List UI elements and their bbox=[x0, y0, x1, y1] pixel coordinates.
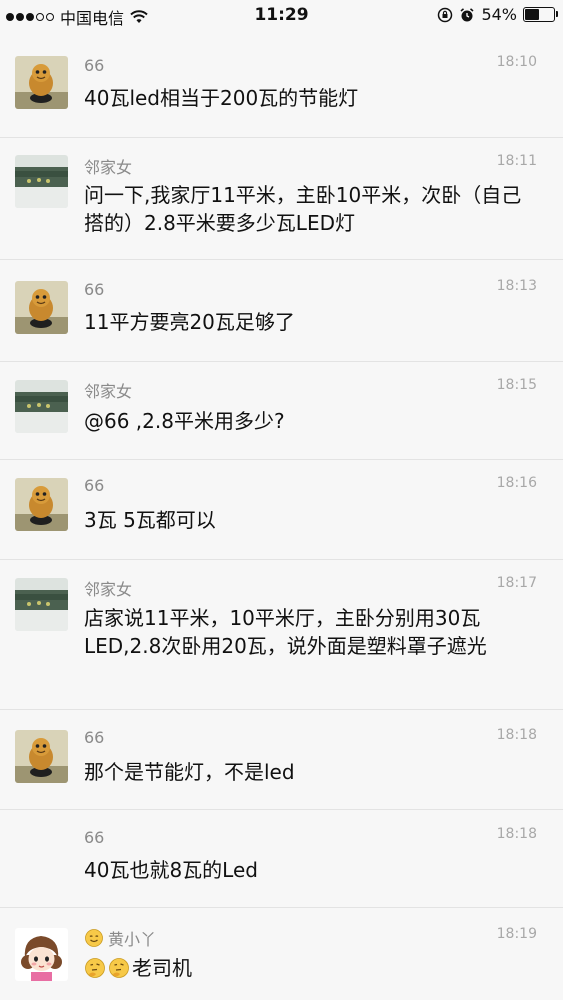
message-time: 18:18 bbox=[496, 826, 537, 842]
message-time: 18:19 bbox=[496, 926, 537, 942]
cartoon-girl-avatar[interactable] bbox=[15, 928, 68, 981]
sender-name: 邻家女 bbox=[84, 158, 133, 177]
status-right: 54% bbox=[437, 5, 558, 24]
smile-emoji-icon bbox=[85, 929, 103, 947]
doll-avatar[interactable] bbox=[15, 478, 68, 531]
sender-name: 66 bbox=[84, 728, 105, 747]
message-time: 18:17 bbox=[496, 575, 537, 591]
sender-name: 66 bbox=[84, 828, 105, 847]
battery-fill bbox=[525, 9, 539, 20]
message-time: 18:13 bbox=[496, 278, 537, 294]
landscape-avatar[interactable] bbox=[15, 578, 68, 631]
message-time: 18:15 bbox=[496, 377, 537, 393]
message-text: 问一下,我家厅11平米，主卧10平米，次卧（自己搭的）2.8平米要多少瓦LED灯 bbox=[84, 183, 522, 235]
message-text: 40瓦也就8瓦的Led bbox=[84, 858, 258, 882]
doll-avatar[interactable] bbox=[15, 281, 68, 334]
sender-name: 邻家女 bbox=[84, 382, 133, 401]
message-text: 11平方要亮20瓦足够了 bbox=[84, 310, 295, 334]
message-time: 18:16 bbox=[496, 475, 537, 491]
message-item[interactable]: 66 18:13 11平方要亮20瓦足够了 bbox=[0, 260, 563, 362]
message-item[interactable]: 66 18:18 40瓦也就8瓦的Led bbox=[0, 810, 563, 908]
sender-name-row: 黄小丫 bbox=[84, 926, 156, 950]
landscape-avatar[interactable] bbox=[15, 155, 68, 208]
message-text: 老司机 bbox=[132, 956, 192, 980]
message-item[interactable]: 邻家女 18:11 问一下,我家厅11平米，主卧10平米，次卧（自己搭的）2.8… bbox=[0, 138, 563, 260]
doll-avatar[interactable] bbox=[15, 56, 68, 109]
message-text: 店家说11平米，10平米厅，主卧分别用30瓦LED,2.8次卧用20瓦，说外面是… bbox=[84, 606, 487, 658]
message-text: 40瓦led相当于200瓦的节能灯 bbox=[84, 86, 359, 110]
message-item[interactable]: 黄小丫 18:19 老司机 bbox=[0, 908, 563, 1000]
message-item[interactable]: 66 18:10 40瓦led相当于200瓦的节能灯 bbox=[0, 38, 563, 138]
message-text: @66 ,2.8平米用多少? bbox=[84, 409, 285, 433]
message-time: 18:18 bbox=[496, 727, 537, 743]
thinking-emoji-icon bbox=[109, 958, 129, 978]
battery-icon bbox=[523, 7, 558, 22]
message-text-row: 老司机 bbox=[84, 954, 529, 982]
message-item[interactable]: 66 18:18 那个是节能灯，不是led bbox=[0, 710, 563, 810]
alarm-icon bbox=[460, 7, 474, 21]
thinking-emoji-icon bbox=[85, 958, 105, 978]
sender-name: 66 bbox=[84, 56, 105, 75]
landscape-avatar[interactable] bbox=[15, 380, 68, 433]
message-time: 18:10 bbox=[496, 54, 537, 70]
sender-name: 黄小丫 bbox=[108, 930, 157, 949]
sender-name: 66 bbox=[84, 476, 105, 495]
sender-name: 邻家女 bbox=[84, 580, 133, 599]
message-time: 18:11 bbox=[496, 153, 537, 169]
doll-avatar[interactable] bbox=[15, 730, 68, 783]
battery-percent: 54% bbox=[481, 5, 517, 24]
message-item[interactable]: 邻家女 18:17 店家说11平米，10平米厅，主卧分别用30瓦LED,2.8次… bbox=[0, 560, 563, 710]
status-bar: 中国电信 11:29 54% bbox=[0, 0, 563, 32]
message-text: 3瓦 5瓦都可以 bbox=[84, 508, 216, 532]
message-item[interactable]: 66 18:16 3瓦 5瓦都可以 bbox=[0, 460, 563, 560]
message-text: 那个是节能灯，不是led bbox=[84, 760, 295, 784]
sender-name: 66 bbox=[84, 280, 105, 299]
orientation-lock-icon bbox=[438, 7, 453, 22]
message-item[interactable]: 邻家女 18:15 @66 ,2.8平米用多少? bbox=[0, 362, 563, 460]
